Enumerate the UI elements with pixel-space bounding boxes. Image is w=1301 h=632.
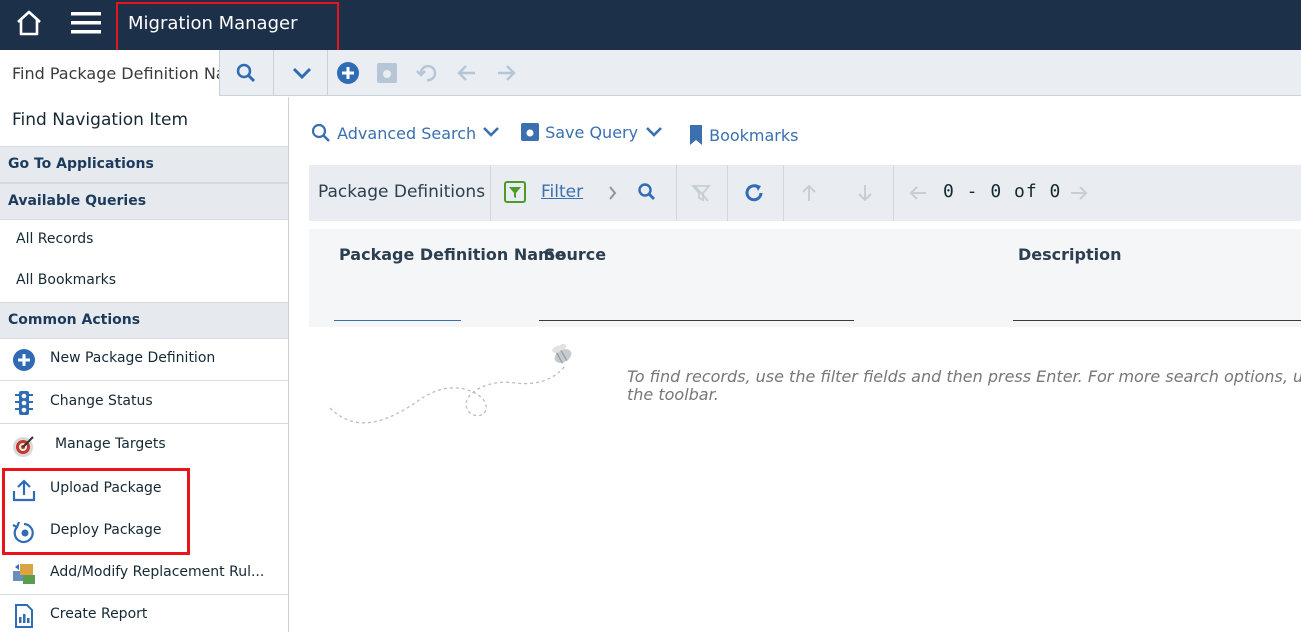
save-icon — [375, 61, 399, 85]
top-bar: Migration Manager — [0, 0, 1301, 52]
toolbar-divider — [327, 50, 328, 96]
action-replacement-rules[interactable]: Add/Modify Replacement Rul... — [0, 553, 288, 595]
column-package-definition-name[interactable]: Package Definition Name — [339, 245, 566, 264]
search-icon[interactable] — [234, 61, 258, 85]
arrow-right-icon — [1068, 182, 1090, 204]
action-label: Manage Targets — [55, 436, 166, 452]
action-label: Create Report — [50, 606, 148, 622]
clear-filter-icon — [690, 182, 712, 204]
common-actions-header: Common Actions — [0, 302, 288, 339]
find-navigation-item[interactable]: Find Navigation Item — [0, 97, 288, 147]
save-icon — [521, 123, 539, 141]
search-icon — [311, 123, 330, 142]
bee-illustration — [325, 338, 585, 433]
advanced-search-label: Advanced Search — [337, 124, 477, 143]
column-description[interactable]: Description — [1018, 245, 1121, 264]
available-queries-header: Available Queries — [0, 183, 288, 220]
action-change-status[interactable]: Change Status — [0, 382, 288, 424]
app-title: Migration Manager — [116, 2, 339, 52]
toolbar-divider — [490, 165, 491, 221]
arrow-right-icon — [494, 61, 518, 85]
arrow-left-icon — [907, 182, 929, 204]
action-manage-targets[interactable]: Manage Targets — [0, 425, 288, 467]
filter-field-package-definition-name[interactable] — [334, 320, 461, 321]
go-to-applications-header[interactable]: Go To Applications — [0, 146, 288, 183]
bookmarks-label: Bookmarks — [709, 126, 799, 145]
filter-field-source[interactable] — [539, 320, 854, 321]
record-toolbar — [0, 50, 1301, 96]
empty-message-line2: the toolbar. — [627, 385, 719, 404]
filter-icon[interactable] — [504, 181, 526, 203]
find-package-input[interactable] — [0, 50, 219, 96]
chevron-down-icon[interactable] — [290, 61, 314, 85]
save-query-button[interactable]: Save Query — [520, 122, 638, 142]
toolbar-divider — [676, 165, 677, 221]
advanced-search-button[interactable]: Advanced Search — [310, 122, 476, 144]
add-circle-icon — [11, 347, 37, 373]
filter-link[interactable]: Filter — [541, 182, 583, 202]
action-label: Add/Modify Replacement Rul... — [50, 564, 265, 580]
add-circle-icon[interactable] — [336, 61, 360, 85]
empty-state-message: To find records, use the filter fields a… — [627, 368, 1301, 404]
replacement-rules-icon — [11, 561, 37, 587]
toolbar-divider — [893, 165, 894, 221]
query-all-records[interactable]: All Records — [16, 231, 93, 247]
target-icon — [11, 433, 37, 459]
undo-icon — [415, 61, 439, 85]
query-all-bookmarks[interactable]: All Bookmarks — [16, 272, 116, 288]
empty-message-line1: To find records, use the filter fields a… — [627, 368, 1301, 386]
arrow-up-icon — [798, 182, 820, 204]
chevron-right-icon[interactable] — [602, 182, 624, 204]
arrow-down-icon — [854, 182, 876, 204]
action-create-report[interactable]: Create Report — [0, 595, 288, 632]
advanced-search-dropdown[interactable] — [481, 122, 501, 142]
column-source[interactable]: Source — [544, 245, 606, 264]
hamburger-menu-icon[interactable] — [70, 10, 102, 36]
toolbar-divider — [727, 165, 728, 221]
chevron-down-icon — [483, 127, 499, 137]
action-label: Change Status — [50, 393, 153, 409]
bookmarks-button[interactable]: Bookmarks — [688, 124, 798, 146]
bookmark-icon — [690, 125, 702, 145]
chevron-down-icon — [646, 127, 662, 137]
action-new-package-definition[interactable]: New Package Definition — [0, 339, 288, 381]
grid-title: Package Definitions — [318, 182, 486, 202]
filter-field-description[interactable] — [1013, 320, 1301, 321]
save-query-dropdown[interactable] — [644, 122, 664, 142]
toolbar-divider — [273, 50, 274, 96]
grid-toolbar: Package Definitions Filter 0 - 0 of 0 — [309, 165, 1301, 221]
find-package-field — [0, 50, 220, 96]
traffic-light-icon — [11, 390, 37, 416]
action-label: New Package Definition — [50, 350, 216, 366]
arrow-left-icon — [455, 61, 479, 85]
search-icon[interactable] — [636, 181, 658, 203]
report-icon — [11, 603, 37, 629]
record-count: 0 - 0 of 0 — [943, 181, 1062, 202]
toolbar-divider — [783, 165, 784, 221]
refresh-icon[interactable] — [742, 181, 764, 203]
main-actions-bar: Advanced Search Save Query Bookmarks — [300, 110, 1300, 160]
table-header: Package Definition Name Source Descripti… — [309, 229, 1301, 327]
save-query-label: Save Query — [545, 123, 639, 142]
highlight-box — [2, 468, 190, 555]
home-icon[interactable] — [14, 8, 44, 38]
side-navigation: Find Navigation Item Go To Applications … — [0, 97, 289, 632]
